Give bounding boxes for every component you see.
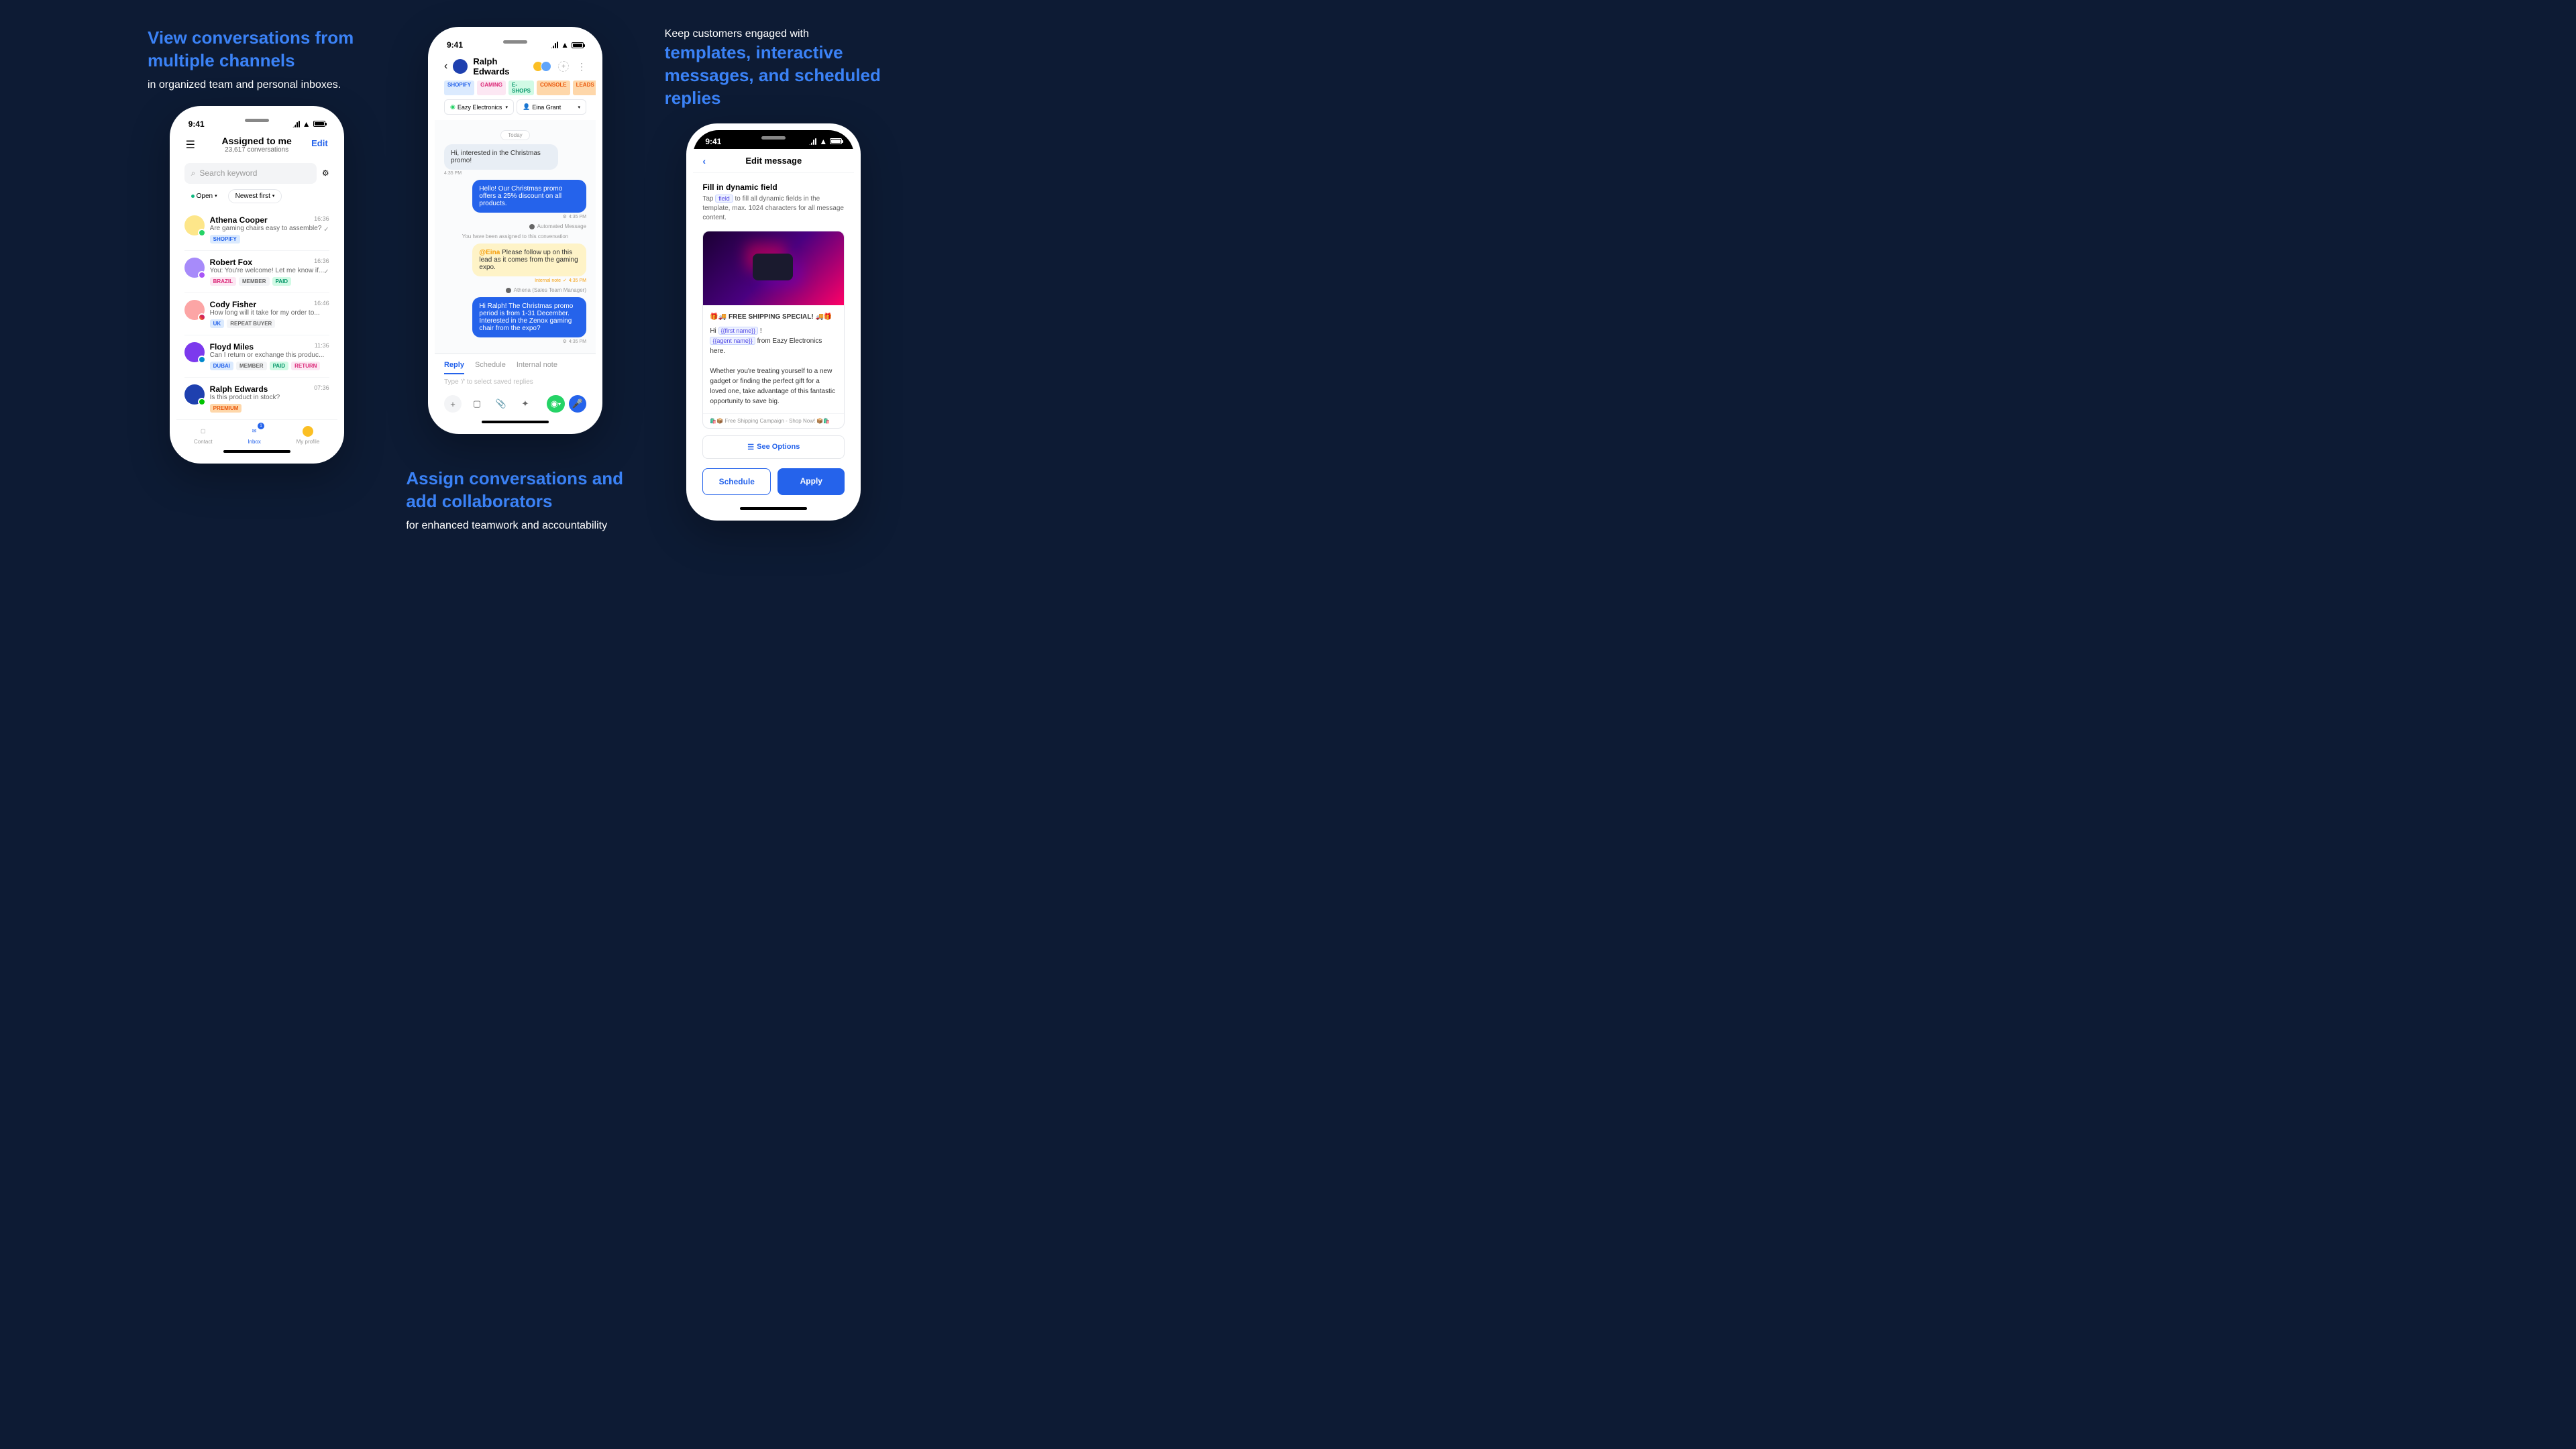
- conversation-item[interactable]: Ralph Edwards Is this product in stock? …: [184, 378, 329, 419]
- tab-schedule[interactable]: Schedule: [475, 361, 506, 374]
- avatar: [453, 59, 468, 74]
- home-indicator: [482, 421, 549, 423]
- col1-heading: View conversations from multiple channel…: [148, 27, 366, 72]
- contact-name: Ralph Edwards: [473, 56, 530, 76]
- page-title: Edit message: [745, 156, 802, 166]
- bot-icon: ⚙: [563, 214, 567, 219]
- more-icon[interactable]: ⋮: [577, 61, 586, 72]
- tab-note[interactable]: Internal note: [517, 361, 557, 374]
- see-options-button[interactable]: ☰See Options: [702, 435, 845, 459]
- nav-inbox[interactable]: ✉1 Inbox: [248, 425, 261, 445]
- col2-heading: Assign conversations and add collaborato…: [406, 468, 624, 513]
- phone-chat: 9:41 ▲ ‹ Ralph Edwards + ⋮ SHOPIFY GAMIN…: [428, 27, 602, 434]
- phone-template: 9:41 ▲ ‹ Edit message Fill in dynamic fi…: [686, 123, 861, 521]
- conversation-item[interactable]: Athena Cooper Are gaming chairs easy to …: [184, 209, 329, 251]
- phone-notch: [475, 34, 555, 50]
- search-input[interactable]: ⌕ Search keyword: [184, 163, 317, 184]
- list-icon: ☰: [747, 443, 754, 451]
- section-description: Tap field to fill all dynamic fields in …: [702, 195, 845, 223]
- back-icon[interactable]: ‹: [444, 60, 447, 72]
- message-input[interactable]: Type '/' to select saved replies: [435, 374, 596, 390]
- status-icons: ▲: [292, 119, 325, 129]
- sender-label: Athena (Sales Team Manager): [514, 287, 586, 293]
- search-icon: ⌕: [191, 168, 196, 178]
- template-footer: 🛍️📦 Free Shipping Campaign - Shop Now! 📦…: [703, 413, 844, 428]
- filter-status[interactable]: Open ▾: [184, 189, 224, 203]
- conversation-item[interactable]: Robert Fox You: You're welcome! Let me k…: [184, 251, 329, 293]
- bookmark-icon[interactable]: ▢: [468, 395, 486, 413]
- whatsapp-send-icon[interactable]: ◉ ▾: [547, 395, 565, 413]
- bottom-nav: ▢ Contact ✉1 Inbox My profile: [176, 419, 337, 447]
- automated-label: Automated Message: [537, 223, 586, 229]
- date-pill: Today: [500, 130, 529, 140]
- message-incoming: Hi, interested in the Christmas promo! 4…: [444, 144, 586, 176]
- col1-subheading: in organized team and personal inboxes.: [148, 78, 366, 93]
- conversation-list: Athena Cooper Are gaming chairs easy to …: [176, 209, 337, 419]
- check-icon: ✓: [323, 226, 329, 233]
- collaborators[interactable]: [535, 61, 551, 72]
- nav-profile[interactable]: My profile: [297, 425, 320, 445]
- tab-reply[interactable]: Reply: [444, 361, 464, 374]
- col3-heading: templates, interactive messages, and sch…: [665, 42, 883, 109]
- avatar: [302, 425, 314, 437]
- filter-sort[interactable]: Newest first ▾: [228, 189, 282, 203]
- template-line: Hi {{first name}} !: [710, 326, 837, 336]
- schedule-button[interactable]: Schedule: [702, 468, 771, 495]
- nav-contact[interactable]: ▢ Contact: [194, 425, 213, 445]
- voice-icon[interactable]: 🎤: [569, 395, 586, 413]
- chat-area: Today Hi, interested in the Christmas pr…: [435, 120, 596, 354]
- attachment-icon[interactable]: 📎: [492, 395, 510, 413]
- assignee-selector[interactable]: 👤Eina Grant▾: [517, 99, 586, 115]
- back-icon[interactable]: ‹: [702, 156, 706, 166]
- dynamic-field[interactable]: {{agent name}}: [710, 337, 755, 345]
- message-outgoing: Hi Ralph! The Christmas promo period is …: [444, 297, 586, 344]
- contact-icon: ▢: [197, 425, 209, 437]
- phone-inbox: 9:41 ▲ ☰ Assigned to me 23,617 conversat…: [170, 106, 344, 464]
- template-image: [703, 231, 844, 305]
- status-icons: ▲: [551, 40, 584, 50]
- apply-button[interactable]: Apply: [777, 468, 845, 495]
- col2-subheading: for enhanced teamwork and accountability: [406, 519, 624, 533]
- status-icons: ▲: [809, 137, 842, 146]
- add-icon[interactable]: +: [444, 395, 462, 413]
- template-title: 🎁🚚 FREE SHIPPING SPECIAL! 🚚🎁: [710, 312, 837, 322]
- phone-notch: [217, 113, 297, 129]
- home-indicator: [740, 507, 807, 510]
- template-line: {{agent name}} from Eazy Electronics her…: [710, 336, 837, 356]
- phone-notch: [733, 130, 814, 146]
- status-time: 9:41: [189, 119, 205, 129]
- inbox-icon: ✉1: [248, 425, 260, 437]
- col3-pre-heading: Keep customers engaged with: [665, 27, 883, 42]
- dynamic-field[interactable]: {{first name}}: [718, 327, 759, 335]
- filter-icon[interactable]: ⚙: [322, 168, 329, 178]
- template-card: 🎁🚚 FREE SHIPPING SPECIAL! 🚚🎁 Hi {{first …: [702, 231, 845, 429]
- input-tabs: Reply Schedule Internal note: [435, 354, 596, 374]
- status-time: 9:41: [447, 40, 463, 50]
- check-icon: ✓: [323, 268, 329, 276]
- magic-icon[interactable]: ✦: [517, 395, 534, 413]
- edit-button[interactable]: Edit: [311, 138, 328, 148]
- bot-icon: ⚙: [563, 339, 567, 344]
- template-body: Whether you're treating yourself to a ne…: [710, 366, 837, 407]
- add-collaborator-icon[interactable]: +: [558, 61, 569, 72]
- message-outgoing: Hello! Our Christmas promo offers a 25% …: [444, 180, 586, 219]
- home-indicator: [223, 450, 290, 453]
- company-selector[interactable]: ◉Eazy Electronics▾: [444, 99, 514, 115]
- internal-note: @Eina Please follow up on this lead as i…: [444, 244, 586, 283]
- status-time: 9:41: [705, 137, 721, 146]
- conversation-item[interactable]: Cody Fisher How long will it take for my…: [184, 293, 329, 335]
- conversation-item[interactable]: Floyd Miles Can I return or exchange thi…: [184, 335, 329, 378]
- system-message: You have been assigned to this conversat…: [444, 233, 586, 239]
- section-title: Fill in dynamic field: [702, 182, 845, 192]
- menu-icon[interactable]: ☰: [186, 138, 195, 152]
